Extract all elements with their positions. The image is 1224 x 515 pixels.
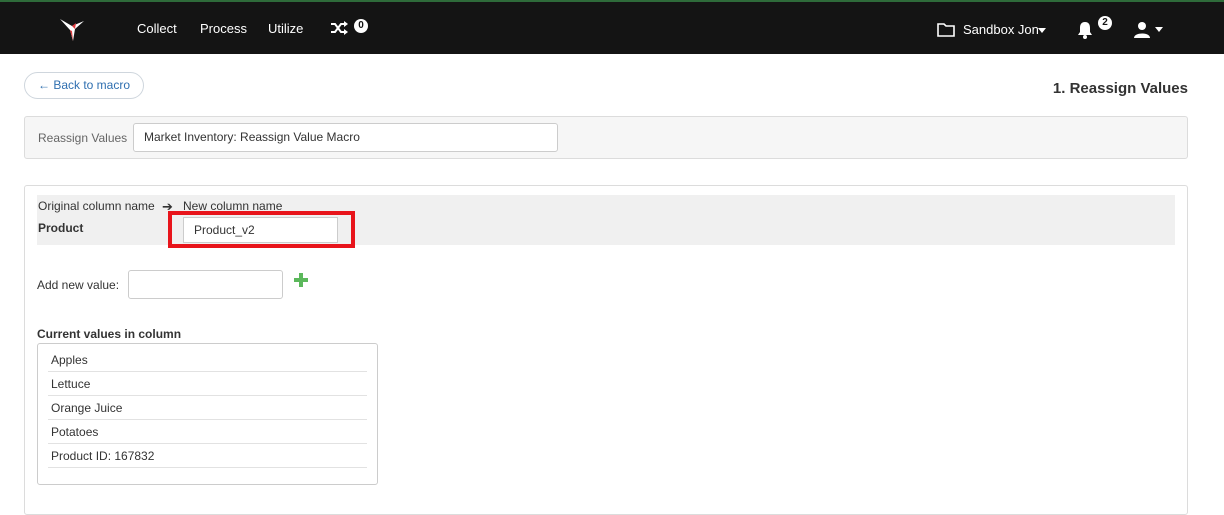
shuffle-count-badge: 0 bbox=[354, 19, 368, 33]
user-icon[interactable] bbox=[1133, 21, 1151, 38]
add-new-value-label: Add new value: bbox=[37, 278, 120, 292]
hummingbird-logo-icon[interactable] bbox=[58, 17, 86, 43]
add-plus-icon[interactable] bbox=[294, 273, 308, 287]
list-item[interactable]: Apples bbox=[48, 348, 367, 372]
add-new-value-input[interactable] bbox=[128, 270, 283, 299]
back-to-macro-button[interactable]: ← Back to macro bbox=[24, 72, 144, 99]
current-values-list: Apples Lettuce Orange Juice Potatoes Pro… bbox=[37, 343, 378, 485]
reassign-values-panel: Original column name ➔ New column name P… bbox=[24, 185, 1188, 515]
shuffle-icon[interactable] bbox=[330, 20, 348, 36]
current-values-label: Current values in column bbox=[37, 327, 182, 341]
list-item[interactable]: Product ID: 167832 bbox=[48, 444, 367, 468]
chevron-down-icon[interactable] bbox=[1155, 27, 1163, 32]
list-item[interactable]: Lettuce bbox=[48, 372, 367, 396]
nav-process[interactable]: Process bbox=[200, 21, 247, 36]
list-item[interactable]: Orange Juice bbox=[48, 396, 367, 420]
macro-name-panel: Reassign Values Market Inventory: Reassi… bbox=[24, 116, 1188, 159]
page-title: 1. Reassign Values bbox=[1052, 80, 1188, 97]
macro-name-input[interactable]: Market Inventory: Reassign Value Macro bbox=[133, 123, 558, 152]
top-navbar: Collect Process Utilize 0 Sandbox Jon 2 bbox=[0, 0, 1224, 54]
bell-icon[interactable] bbox=[1077, 21, 1093, 39]
macro-name-label: Reassign Values bbox=[38, 131, 128, 145]
list-item[interactable]: Potatoes bbox=[48, 420, 367, 444]
nav-utilize[interactable]: Utilize bbox=[268, 21, 303, 36]
folder-icon[interactable] bbox=[937, 22, 955, 37]
original-column-header: Original column name bbox=[38, 199, 155, 213]
nav-collect[interactable]: Collect bbox=[137, 21, 177, 36]
notification-count-badge: 2 bbox=[1098, 16, 1112, 30]
highlight-box bbox=[168, 211, 355, 248]
original-column-name: Product bbox=[38, 221, 84, 235]
column-mapping-row: Original column name ➔ New column name P… bbox=[37, 195, 1175, 248]
workspace-selector[interactable]: Sandbox Jon bbox=[963, 22, 1039, 37]
chevron-down-icon[interactable] bbox=[1038, 28, 1046, 33]
